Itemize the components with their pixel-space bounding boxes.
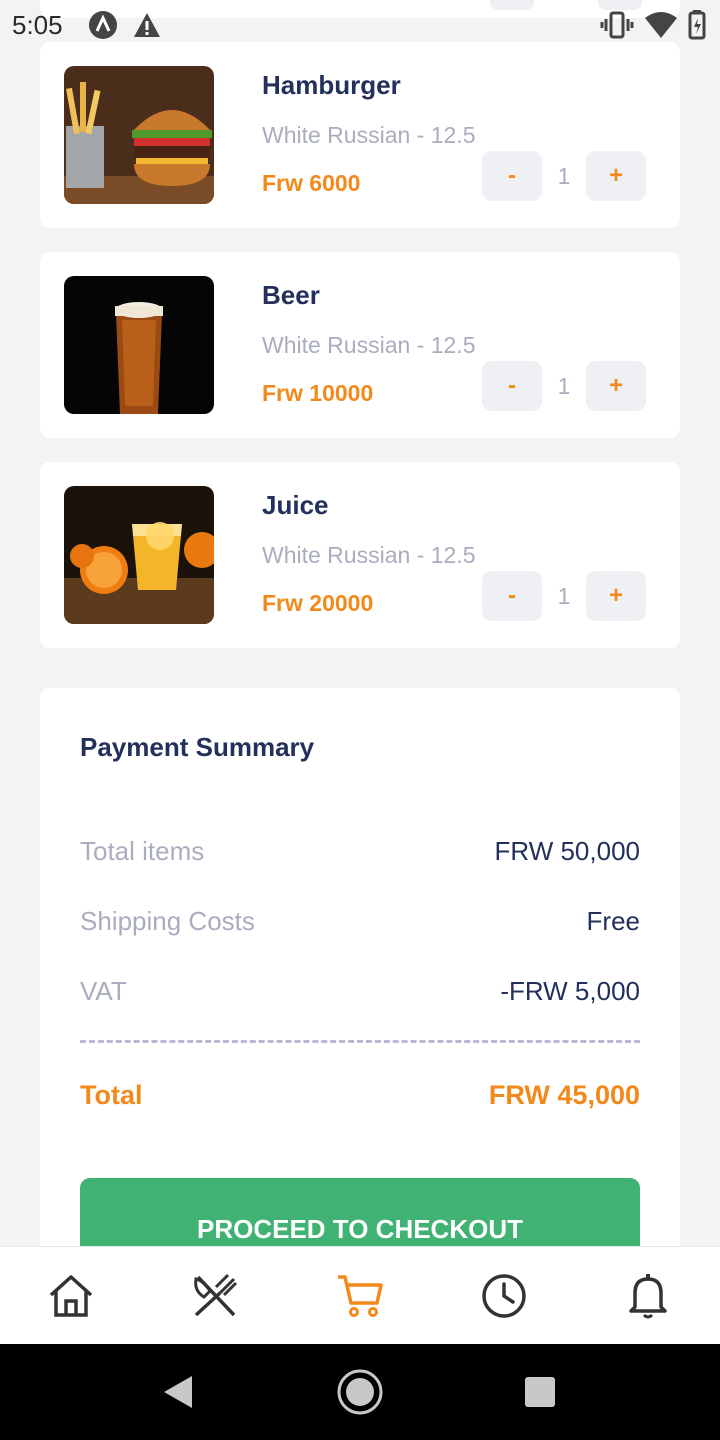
quantity-value: 1 (557, 163, 571, 189)
total-value: FRW 45,000 (488, 1080, 640, 1110)
bottom-nav (0, 1246, 720, 1344)
status-bar: 5:05 (0, 0, 720, 48)
item-price: Frw 6000 (262, 170, 361, 196)
item-name: Hamburger (262, 70, 401, 100)
beer-image (64, 276, 214, 414)
total-label: Total (80, 1080, 143, 1110)
battery-icon (688, 10, 708, 45)
item-subtitle: White Russian - 12.5 (262, 332, 476, 358)
home-icon[interactable] (46, 1271, 96, 1321)
cart-item: Beer White Russian - 12.5 Frw 10000 - 1 … (40, 252, 680, 438)
divider (80, 1040, 640, 1043)
item-subtitle: White Russian - 12.5 (262, 122, 476, 148)
vat-value: -FRW 5,000 (500, 976, 640, 1006)
shipping-costs-value: Free (586, 906, 640, 936)
quantity-minus-button[interactable]: - (482, 361, 542, 411)
restaurant-icon[interactable] (190, 1271, 240, 1321)
quantity-plus-button[interactable]: + (586, 361, 646, 411)
juice-image (64, 486, 214, 624)
quantity-value: 1 (557, 583, 571, 609)
total-items-value: FRW 50,000 (494, 836, 640, 866)
shipping-costs-label: Shipping Costs (80, 906, 255, 936)
vat-label: VAT (80, 976, 127, 1006)
item-name: Beer (262, 280, 320, 310)
back-icon[interactable] (160, 1374, 194, 1415)
home-button-icon[interactable] (336, 1368, 384, 1421)
total-items-label: Total items (80, 836, 205, 866)
summary-title: Payment Summary (80, 732, 315, 762)
quantity-minus-button[interactable]: - (482, 571, 542, 621)
wifi-icon (644, 10, 678, 45)
cart-icon[interactable] (335, 1271, 385, 1321)
quantity-plus-button[interactable]: + (586, 571, 646, 621)
quantity-minus-button[interactable]: - (482, 151, 542, 201)
recents-icon[interactable] (524, 1376, 556, 1413)
item-subtitle: White Russian - 12.5 (262, 542, 476, 568)
item-name: Juice (262, 490, 329, 520)
warning-icon (132, 10, 162, 45)
cart-item: Juice White Russian - 12.5 Frw 20000 - 1… (40, 462, 680, 648)
status-time: 5:05 (12, 10, 63, 40)
a-logo-icon (88, 10, 118, 45)
android-nav-bar (0, 1344, 720, 1440)
cart-item: Hamburger White Russian - 12.5 Frw 6000 … (40, 42, 680, 228)
quantity-plus-button[interactable]: + (586, 151, 646, 201)
clock-icon[interactable] (479, 1271, 529, 1321)
bell-icon[interactable] (623, 1271, 673, 1321)
item-price: Frw 20000 (262, 590, 374, 616)
quantity-value: 1 (557, 373, 571, 399)
hamburger-image (64, 66, 214, 204)
item-price: Frw 10000 (262, 380, 374, 406)
vibrate-icon (600, 10, 634, 45)
